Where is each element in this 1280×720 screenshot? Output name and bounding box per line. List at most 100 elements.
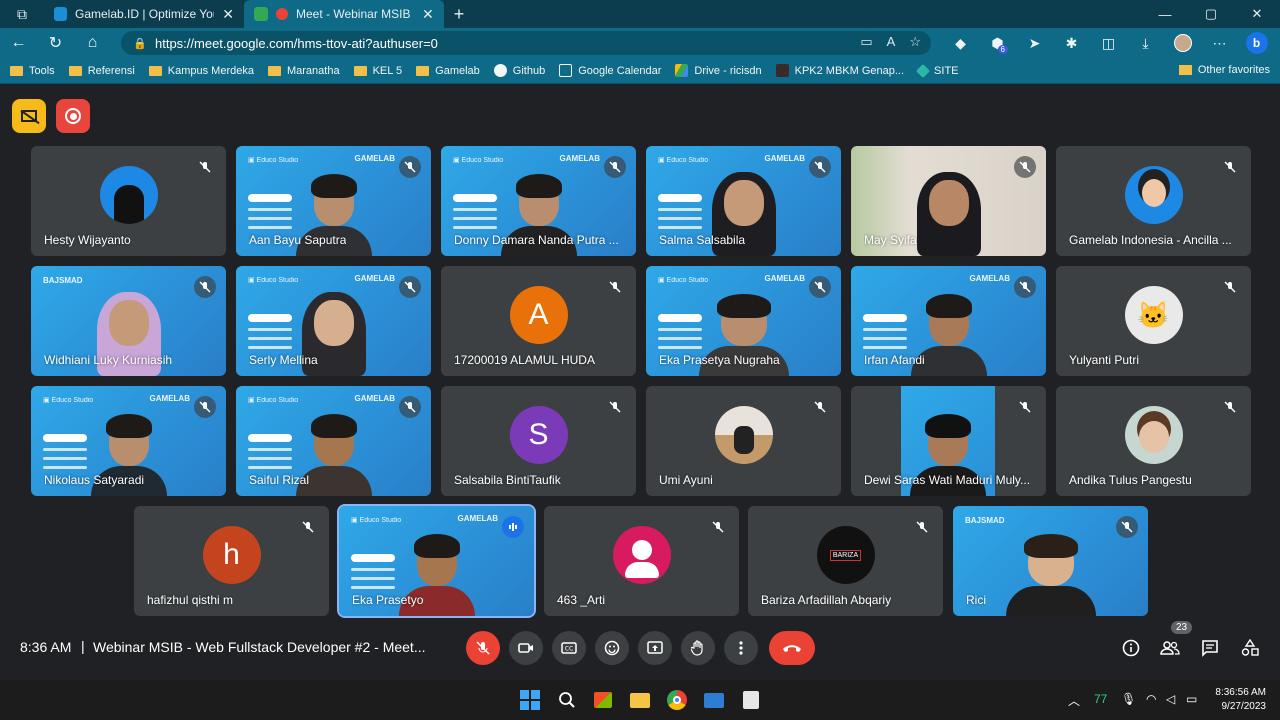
store-icon[interactable] xyxy=(591,688,615,712)
chat-icon[interactable] xyxy=(1199,637,1221,659)
downloads-icon[interactable]: ⤓ xyxy=(1127,28,1164,58)
participant-tile[interactable]: S Salsabila BintiTaufik xyxy=(441,386,636,496)
bookmark-kampus-merdeka[interactable]: Kampus Merdeka xyxy=(148,65,254,77)
new-tab-button[interactable]: + xyxy=(444,0,474,28)
participant-name: 463 _Arti xyxy=(557,593,606,607)
url-text[interactable]: https://meet.google.com/hms-ttov-ati?aut… xyxy=(155,36,438,51)
participant-tile[interactable]: ▣ Educo Studio GAMELAB Salma Salsabila xyxy=(646,146,841,256)
present-icon xyxy=(647,641,663,654)
battery-icon[interactable]: ▭ xyxy=(1186,692,1197,706)
bookmark-gamelab[interactable]: Gamelab xyxy=(416,65,480,77)
participant-tile[interactable]: Gamelab Indonesia - Ancilla ... xyxy=(1056,146,1251,256)
file-explorer-icon[interactable] xyxy=(628,688,652,712)
bookmark-maranatha[interactable]: Maranatha xyxy=(267,65,340,77)
people-icon[interactable] xyxy=(1159,637,1181,659)
bookmark-site[interactable]: SITE xyxy=(915,63,959,78)
close-window-icon[interactable]: ✕ xyxy=(1234,0,1280,28)
participant-tile[interactable]: ▣ Educo Studio GAMELAB Donny Damara Nanda… xyxy=(441,146,636,256)
raise-hand-button[interactable] xyxy=(681,631,715,665)
meeting-info-icon[interactable] xyxy=(1120,637,1142,659)
read-aloud-icon[interactable]: A xyxy=(887,34,896,50)
bookmark-github[interactable]: Github xyxy=(493,64,545,77)
tray-number[interactable]: 77 xyxy=(1094,692,1107,706)
system-clock[interactable]: 8:36:56 AM 9/27/2023 xyxy=(1210,686,1266,714)
avatar: S xyxy=(509,406,568,464)
present-screen-button[interactable] xyxy=(638,631,672,665)
notepad-icon[interactable] xyxy=(739,688,763,712)
recording-icon[interactable] xyxy=(56,99,90,133)
mic-muted-icon xyxy=(604,156,626,178)
tray-chevron-icon[interactable]: ︿ xyxy=(1068,692,1080,709)
participant-tile[interactable]: ▣ Educo Studio GAMELAB Saiful Rizal xyxy=(236,386,431,496)
bookmark-referensi[interactable]: Referensi xyxy=(68,65,135,77)
search-icon[interactable] xyxy=(555,688,579,712)
bing-icon[interactable]: b xyxy=(1238,28,1275,58)
participant-tile[interactable]: BAJSMAD Rici xyxy=(953,506,1148,616)
profile-icon[interactable] xyxy=(1164,28,1201,58)
leave-call-button[interactable] xyxy=(769,631,815,665)
more-menu-icon[interactable]: ⋯ xyxy=(1201,28,1238,58)
participant-tile[interactable]: ▣ Educo Studio GAMELAB Aan Bayu Saputra xyxy=(236,146,431,256)
recording-tab-icon xyxy=(276,8,288,20)
participant-tile[interactable]: ▣ Educo Studio GAMELAB Nikolaus Satyaradi xyxy=(31,386,226,496)
wifi-icon[interactable]: ◠ xyxy=(1146,692,1156,706)
tab-close-icon[interactable]: ✕ xyxy=(422,6,434,23)
reactions-button[interactable] xyxy=(595,631,629,665)
more-options-button[interactable] xyxy=(724,631,758,665)
participant-tile[interactable]: Andika Tulus Pangestu xyxy=(1056,386,1251,496)
bookmark-tools[interactable]: Tools xyxy=(10,65,55,77)
extension-cursor-icon[interactable]: ➤ xyxy=(1016,28,1053,58)
participant-tile[interactable]: Umi Ayuni xyxy=(646,386,841,496)
maximize-icon[interactable]: ▢ xyxy=(1188,0,1234,28)
camera-toggle-button[interactable] xyxy=(509,631,543,665)
extension-icon[interactable]: ◆ xyxy=(942,28,979,58)
participant-tile[interactable]: Hesty Wijayanto xyxy=(31,146,226,256)
participant-tile[interactable]: May Syifa xyxy=(851,146,1046,256)
other-favorites[interactable]: Other favorites xyxy=(1178,64,1270,76)
minimize-icon[interactable]: — xyxy=(1142,0,1188,28)
lock-icon[interactable]: 🔒 xyxy=(133,37,155,50)
participant-tile[interactable]: BARIZA Bariza Arfadillah Abqariy xyxy=(748,506,943,616)
browser-title-bar: ⧉ Gamelab.ID | Optimize Your Digit ✕ Mee… xyxy=(0,0,1280,28)
microphone-tray-icon[interactable]: 🎙 xyxy=(1121,692,1136,706)
captions-icon: CC xyxy=(561,642,577,654)
tab-gamelab[interactable]: Gamelab.ID | Optimize Your Digit ✕ xyxy=(44,0,244,28)
captions-button[interactable]: CC xyxy=(552,631,586,665)
volume-icon[interactable]: ◁ xyxy=(1166,692,1175,706)
remote-desktop-icon[interactable] xyxy=(702,688,726,712)
participant-tile[interactable]: ▣ Educo Studio GAMELAB Eka Prasetya Nugra… xyxy=(646,266,841,376)
split-screen-icon[interactable]: ◫ xyxy=(1090,28,1127,58)
participant-tile[interactable]: GAMELAB Irfan Afandi xyxy=(851,266,1046,376)
participant-tile[interactable]: 463 _Arti xyxy=(544,506,739,616)
participant-tile[interactable]: ▣ Educo Studio GAMELAB Serly Mellina xyxy=(236,266,431,376)
mic-toggle-button[interactable] xyxy=(466,631,500,665)
camera-icon[interactable]: ▭ xyxy=(860,34,872,50)
home-icon[interactable]: ⌂ xyxy=(74,28,111,58)
bookmark-google-calendar[interactable]: Google Calendar xyxy=(559,64,661,77)
refresh-icon[interactable]: ↻ xyxy=(37,28,74,58)
start-icon[interactable] xyxy=(518,688,542,712)
participant-name: Saiful Rizal xyxy=(249,473,310,487)
participant-tile[interactable]: A 17200019 ALAMUL HUDA xyxy=(441,266,636,376)
workspaces-icon[interactable]: ⧉ xyxy=(0,0,44,28)
participant-tile[interactable]: Dewi Saras Wati Maduri Muly... xyxy=(851,386,1046,496)
participant-tile[interactable]: ▣ Educo Studio GAMELAB Eka Prasetyo xyxy=(337,504,536,618)
chrome-icon[interactable] xyxy=(665,688,689,712)
extension-badge-icon[interactable]: ⬢ 6 xyxy=(979,28,1016,58)
tab-meet[interactable]: Meet - Webinar MSIB - Web ✕ xyxy=(244,0,444,28)
extensions-puzzle-icon[interactable]: ✱ xyxy=(1053,28,1090,58)
participant-tile[interactable]: h hafizhul qisthi m xyxy=(134,506,329,616)
extension-badge: 6 xyxy=(997,45,1008,54)
tab-close-icon[interactable]: ✕ xyxy=(222,6,234,23)
activities-icon[interactable] xyxy=(1239,637,1261,659)
screen-share-off-icon[interactable] xyxy=(12,99,46,133)
bookmark-kel5[interactable]: KEL 5 xyxy=(353,65,402,77)
participant-tile[interactable]: BAJSMAD Widhiani Luky Kurniasih xyxy=(31,266,226,376)
bookmark-kpk2[interactable]: KPK2 MBKM Genap... xyxy=(775,64,904,77)
favorite-star-icon[interactable]: ☆ xyxy=(909,34,921,50)
address-bar[interactable]: 🔒 https://meet.google.com/hms-ttov-ati?a… xyxy=(121,31,931,55)
participant-name: Nikolaus Satyaradi xyxy=(44,473,145,487)
participant-tile[interactable]: 🐱 Yulyanti Putri xyxy=(1056,266,1251,376)
back-icon[interactable]: ← xyxy=(0,28,37,58)
bookmark-drive[interactable]: Drive - ricisdn xyxy=(675,64,762,77)
